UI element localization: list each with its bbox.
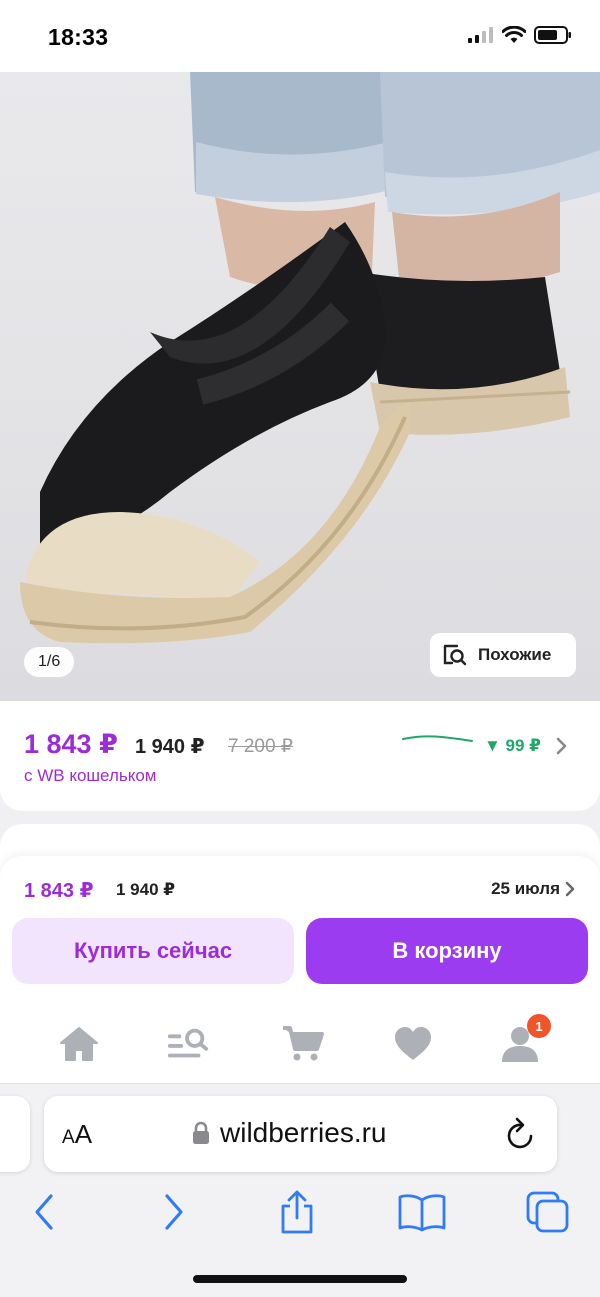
- url-display[interactable]: wildberries.ru: [192, 1117, 387, 1149]
- reader-text-size-button[interactable]: AA: [62, 1119, 92, 1150]
- status-time: 18:33: [48, 24, 109, 50]
- product-photo[interactable]: [0, 72, 600, 701]
- catalog-search-icon: [167, 1028, 209, 1058]
- chevron-right-icon[interactable]: [556, 737, 568, 755]
- forward-button[interactable]: [149, 1187, 199, 1237]
- shoe-illustration: [20, 72, 600, 644]
- status-icons: [468, 26, 572, 44]
- tab-bar: 1: [0, 1004, 600, 1084]
- wallet-note[interactable]: с WB кошельком: [24, 766, 157, 786]
- reload-icon[interactable]: [505, 1116, 537, 1150]
- lock-icon: [193, 1121, 209, 1144]
- battery-icon: [534, 26, 571, 44]
- similar-label: Похожие: [478, 645, 552, 664]
- buy-panel-regular-price: 1 940 ₽: [116, 880, 176, 899]
- wallet-price: 1 843 ₽: [24, 729, 118, 759]
- wifi-icon: [502, 26, 526, 43]
- book-icon: [398, 1194, 446, 1232]
- similar-search-icon: [443, 644, 467, 666]
- tab-favorites[interactable]: [391, 1022, 435, 1066]
- delivery-date[interactable]: 25 июля: [491, 879, 560, 899]
- regular-price: 1 940 ₽: [135, 736, 205, 758]
- home-icon: [60, 1027, 98, 1061]
- tab-catalog[interactable]: [166, 1022, 210, 1066]
- chevron-right-icon[interactable]: [565, 881, 576, 897]
- buy-panel-wallet-price: 1 843 ₽: [24, 880, 94, 902]
- chevron-right-icon: [165, 1194, 183, 1230]
- tabs-icon: [526, 1191, 569, 1233]
- similar-button[interactable]: Похожие: [430, 633, 576, 677]
- bookmarks-button[interactable]: [397, 1187, 447, 1237]
- status-bar: 18:33: [0, 0, 600, 72]
- cellular-signal-icon: [468, 27, 493, 43]
- buy-panel: 1 843 ₽ 1 940 ₽ 25 июля Купить сейчас В …: [0, 856, 600, 1004]
- price-drop[interactable]: ▼ 99 ₽: [484, 736, 541, 756]
- heart-icon: [395, 1027, 431, 1060]
- add-to-cart-button[interactable]: В корзину: [306, 918, 588, 984]
- price-card: 1 843 ₽ 1 940 ₽ 7 200 ₽ с WB кошельком ▼…: [0, 701, 600, 811]
- price-history-graph-icon[interactable]: [402, 731, 474, 747]
- tab-home[interactable]: [57, 1022, 101, 1066]
- gallery-counter: 1/6: [24, 647, 75, 677]
- chevron-left-icon: [35, 1194, 53, 1230]
- old-price: 7 200 ₽: [228, 736, 293, 757]
- address-bar[interactable]: AA wildberries.ru: [44, 1096, 557, 1172]
- tabs-button[interactable]: [523, 1187, 573, 1237]
- profile-notification-badge: 1: [527, 1014, 551, 1038]
- share-button[interactable]: [272, 1187, 322, 1237]
- cart-icon: [283, 1026, 324, 1061]
- previous-tab-preview[interactable]: [0, 1096, 30, 1172]
- url-text: wildberries.ru: [220, 1117, 387, 1148]
- share-icon: [281, 1190, 313, 1234]
- home-indicator: [193, 1275, 407, 1283]
- back-button[interactable]: [19, 1187, 69, 1237]
- tab-cart[interactable]: [281, 1022, 325, 1066]
- buy-now-button[interactable]: Купить сейчас: [12, 918, 294, 984]
